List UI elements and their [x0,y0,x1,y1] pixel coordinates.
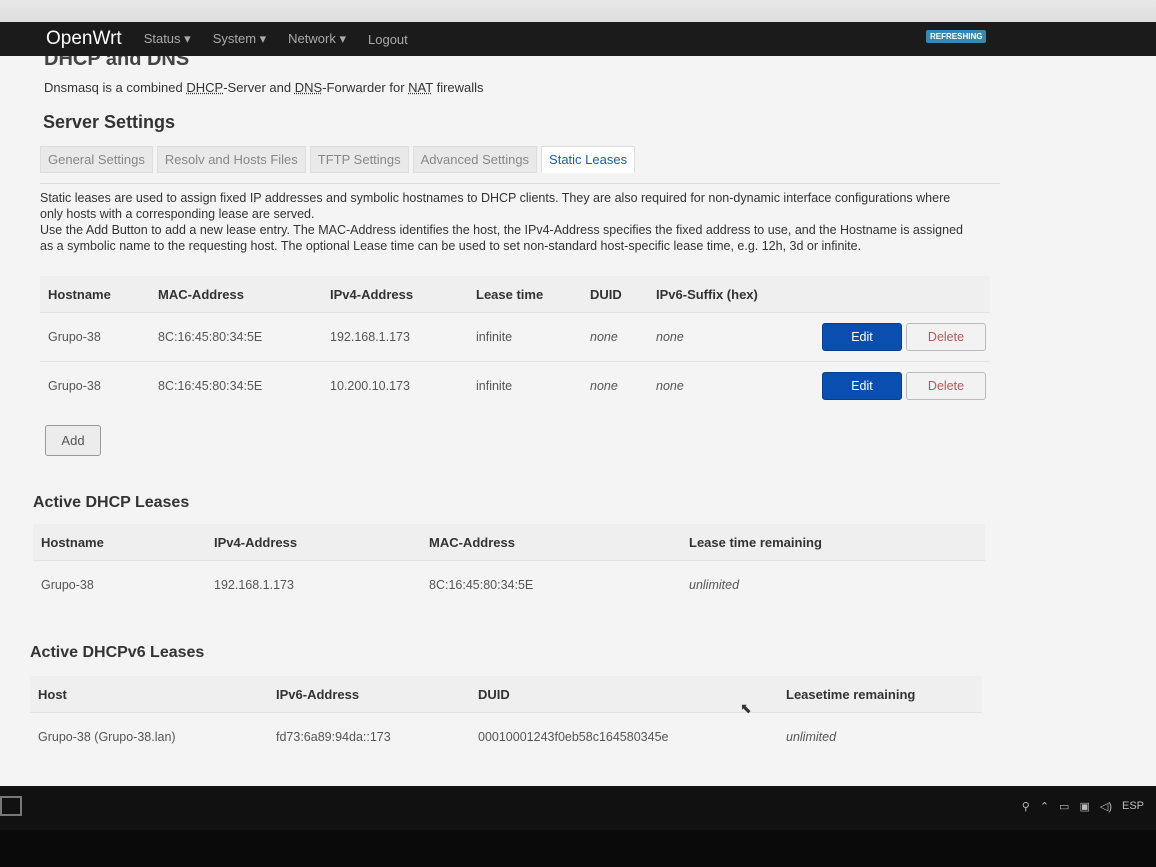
edit-button[interactable]: Edit [822,372,902,400]
intro-text: -Server and [223,80,295,95]
chevron-up-icon[interactable]: ⌃ [1040,800,1049,813]
active-dhcpv6-table: Host IPv6-Address DUID Leasetime remaini… [30,676,982,761]
cell-lease-remaining: unlimited [681,560,985,609]
table-row: Grupo-38 (Grupo-38.lan) fd73:6a89:94da::… [30,712,982,761]
delete-button[interactable]: Delete [906,323,986,351]
active-dhcp-title: Active DHCP Leases [33,494,190,511]
col-ipv4: IPv4-Address [322,276,468,313]
main-content: DHCP and DNS Dnsmasq is a combined DHCP-… [0,56,1156,786]
refreshing-badge[interactable]: REFRESHING [926,30,987,43]
add-button[interactable]: Add [45,425,101,456]
mouse-cursor-icon: ⬉ [740,700,752,716]
abbr-dhcp: DHCP [186,80,224,95]
col-leasetime-remaining: Leasetime remaining [778,676,982,713]
cell-ipv6: fd73:6a89:94da::173 [268,712,470,761]
taskbar: ⚲ ⌃ ▭ ▣ ◁) ESP [0,786,1156,830]
cell-lease-time: infinite [468,361,582,410]
static-leases-table: Hostname MAC-Address IPv4-Address Lease … [40,276,990,410]
cell-host: Grupo-38 (Grupo-38.lan) [30,712,268,761]
cell-ipv4: 192.168.1.173 [322,312,468,362]
tab-divider [40,183,1000,184]
edit-button[interactable]: Edit [822,323,902,351]
active-dhcp-table: Hostname IPv4-Address MAC-Address Lease … [33,524,985,609]
col-mac: MAC-Address [150,276,322,313]
page-title: DHCP and DNS [44,56,190,70]
cell-mac: 8C:16:45:80:34:5E [421,560,681,609]
col-actions [806,276,990,313]
taskbar-app-icon[interactable] [0,796,22,816]
cell-hostname: Grupo-38 [33,560,206,609]
table-row: Grupo-38 192.168.1.173 8C:16:45:80:34:5E… [33,560,985,609]
col-mac: MAC-Address [421,524,681,561]
page-intro: Dnsmasq is a combined DHCP-Server and DN… [44,80,484,95]
col-ipv6-suffix: IPv6-Suffix (hex) [648,276,806,313]
people-icon[interactable]: ⚲ [1022,800,1030,813]
screen-bezel [0,830,1156,867]
table-header: Host IPv6-Address DUID Leasetime remaini… [30,676,982,713]
language-indicator[interactable]: ESP [1122,800,1144,813]
cell-duid: none [582,312,648,362]
cell-mac: 8C:16:45:80:34:5E [150,361,322,410]
intro-text: firewalls [432,80,484,95]
nav-network[interactable]: Network ▾ [288,31,346,47]
cell-ipv4: 10.200.10.173 [322,361,468,410]
intro-text: -Forwarder for [322,80,409,95]
col-hostname: Hostname [33,524,206,561]
col-lease-time: Lease time [468,276,582,313]
cell-hostname: Grupo-38 [40,312,150,362]
table-header: Hostname MAC-Address IPv4-Address Lease … [40,276,990,313]
cell-actions: Edit Delete [806,361,990,410]
abbr-dns: DNS [294,80,323,95]
description-text: Static leases are used to assign fixed I… [40,191,951,221]
col-lease-remaining: Lease time remaining [681,524,985,561]
cell-duid: none [582,361,648,410]
col-duid: DUID [582,276,648,313]
cell-mac: 8C:16:45:80:34:5E [150,312,322,362]
description-text: Use the Add Button to add a new lease en… [40,223,963,253]
battery-icon[interactable]: ▭ [1059,800,1069,813]
nav-system[interactable]: System ▾ [213,31,266,47]
volume-icon[interactable]: ◁) [1100,800,1112,813]
tab-tftp-settings[interactable]: TFTP Settings [309,146,409,173]
cell-duid: 00010001243f0eb58c164580345e [470,712,778,761]
cell-actions: Edit Delete [806,312,990,362]
settings-tabs: General Settings Resolv and Hosts Files … [40,146,636,173]
cell-lease-time: infinite [468,312,582,362]
nav-status[interactable]: Status ▾ [144,31,191,47]
brand-logo[interactable]: OpenWrt [46,28,122,50]
tab-advanced-settings[interactable]: Advanced Settings [412,146,538,173]
col-ipv4: IPv4-Address [206,524,421,561]
abbr-nat: NAT [408,80,433,95]
server-settings-title: Server Settings [43,112,176,132]
cell-ipv4: 192.168.1.173 [206,560,421,609]
delete-button[interactable]: Delete [906,372,986,400]
browser-chrome: ⧉ ⇪ [0,0,1156,36]
cell-leasetime-remaining: unlimited [778,712,982,761]
system-tray: ⚲ ⌃ ▭ ▣ ◁) ESP [1022,800,1144,813]
col-hostname: Hostname [40,276,150,313]
intro-text: Dnsmasq is a combined [44,80,187,95]
table-header: Hostname IPv4-Address MAC-Address Lease … [33,524,985,561]
tab-static-leases[interactable]: Static Leases [541,146,636,173]
network-icon[interactable]: ▣ [1079,800,1089,813]
table-row: Grupo-38 8C:16:45:80:34:5E 10.200.10.173… [40,361,990,410]
col-duid: DUID [470,676,778,713]
cell-ipv6-suffix: none [648,312,806,362]
tab-resolv-hosts[interactable]: Resolv and Hosts Files [156,146,306,173]
table-row: Grupo-38 8C:16:45:80:34:5E 192.168.1.173… [40,312,990,362]
col-host: Host [30,676,268,713]
cell-ipv6-suffix: none [648,361,806,410]
active-dhcpv6-title: Active DHCPv6 Leases [30,644,205,661]
tab-general-settings[interactable]: General Settings [40,146,153,173]
cell-hostname: Grupo-38 [40,361,150,410]
nav-logout[interactable]: Logout [368,32,408,47]
col-ipv6: IPv6-Address [268,676,470,713]
static-leases-description: Static leases are used to assign fixed I… [40,190,970,254]
